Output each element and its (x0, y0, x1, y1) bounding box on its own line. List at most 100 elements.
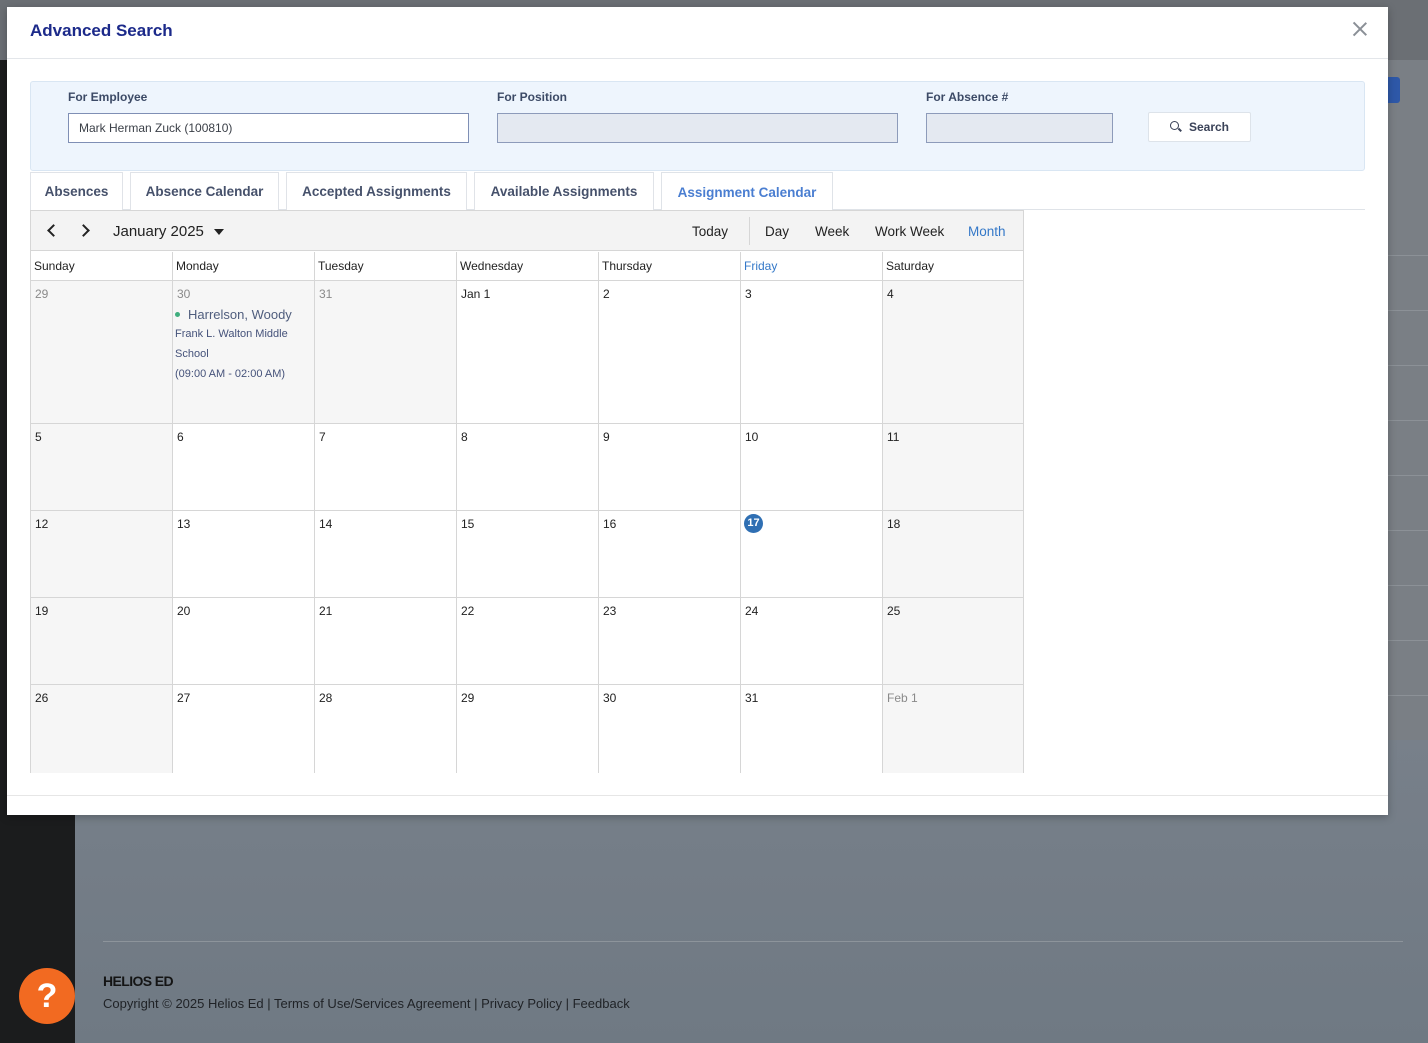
day-cell[interactable]: 3 (741, 281, 883, 424)
day-cell[interactable]: 4 (883, 281, 1023, 424)
day-cell[interactable]: Jan 1 (457, 281, 599, 424)
day-cell[interactable]: Feb 1 (883, 685, 1023, 773)
day-cell[interactable]: 6 (173, 424, 315, 511)
day-number: 31 (319, 287, 333, 301)
day-number: Jan 1 (461, 287, 491, 301)
day-cell[interactable]: 30 (599, 685, 741, 773)
day-cell[interactable]: 19 (31, 598, 173, 685)
day-number: 2 (603, 287, 610, 301)
day-number: 22 (461, 604, 475, 618)
day-cell[interactable]: 11 (883, 424, 1023, 511)
close-icon[interactable] (1352, 21, 1368, 37)
event-title: Harrelson, Woody (175, 307, 311, 322)
day-number: 30 (603, 691, 617, 705)
day-number: 8 (461, 430, 468, 444)
day-cell[interactable]: 20 (173, 598, 315, 685)
day-cell[interactable]: 21 (315, 598, 457, 685)
day-cell[interactable]: 24 (741, 598, 883, 685)
absence-number-label: For Absence # (926, 90, 1009, 104)
toolbar-divider (749, 217, 750, 245)
day-cell[interactable]: 30 Harrelson, Woody Frank L. Walton Middle… (173, 281, 315, 424)
position-input[interactable] (497, 113, 898, 143)
chevron-right-icon[interactable] (77, 223, 93, 239)
event-time: (09:00 AM - 02:00 AM) (175, 368, 286, 380)
day-number: 17 (744, 514, 763, 533)
search-button[interactable]: Search (1148, 112, 1251, 142)
day-cell[interactable]: 16 (599, 511, 741, 598)
help-button[interactable]: ? (19, 968, 75, 1024)
view-day-button[interactable]: Day (765, 224, 789, 239)
day-number: 14 (319, 517, 333, 531)
day-cell[interactable]: 8 (457, 424, 599, 511)
weekday-header: Thursday (599, 252, 741, 281)
day-cell[interactable]: 18 (883, 511, 1023, 598)
assignment-event[interactable]: Harrelson, Woody Frank L. Walton Middle Sc… (175, 307, 311, 384)
day-cell[interactable]: 12 (31, 511, 173, 598)
day-cell[interactable]: 7 (315, 424, 457, 511)
day-cell[interactable]: 10 (741, 424, 883, 511)
day-number: 13 (177, 517, 191, 531)
day-number: 9 (603, 430, 610, 444)
event-school-line2: School (175, 348, 209, 360)
day-cell[interactable]: 5 (31, 424, 173, 511)
view-work-week-button[interactable]: Work Week (875, 224, 944, 239)
day-cell[interactable]: 27 (173, 685, 315, 773)
chevron-left-icon[interactable] (45, 223, 60, 239)
event-name: Harrelson, Woody (188, 307, 292, 322)
day-cell[interactable]: 28 (315, 685, 457, 773)
day-cell[interactable]: 14 (315, 511, 457, 598)
today-button[interactable]: Today (692, 224, 728, 239)
background-blue-button (1388, 77, 1400, 103)
weekday-header: Tuesday (315, 252, 457, 281)
day-number: 12 (35, 517, 49, 531)
day-cell[interactable]: 31 (315, 281, 457, 424)
day-cell[interactable]: 22 (457, 598, 599, 685)
day-number: 26 (35, 691, 49, 705)
caret-down-icon (213, 228, 224, 235)
day-cell[interactable]: 2 (599, 281, 741, 424)
modal-header: Advanced Search (7, 7, 1388, 59)
view-month-button[interactable]: Month (968, 224, 1006, 239)
day-number: 5 (35, 430, 42, 444)
day-cell[interactable]: 9 (599, 424, 741, 511)
employee-input[interactable]: Mark Herman Zuck (100810) (68, 113, 469, 143)
advanced-search-modal: Advanced Search For Employee Mark Herman… (7, 7, 1388, 815)
tab-assignment-calendar[interactable]: Assignment Calendar (661, 172, 833, 211)
day-number: 18 (887, 517, 901, 531)
weekday-header: Saturday (883, 252, 1023, 281)
background-right-strip (1388, 60, 1428, 740)
day-number: 29 (35, 287, 49, 301)
day-number: 29 (461, 691, 475, 705)
day-number: 11 (887, 430, 900, 444)
day-cell[interactable]: 26 (31, 685, 173, 773)
footer-copyright[interactable]: Copyright © 2025 Helios Ed | Terms of Us… (103, 996, 630, 1011)
tab-absence-calendar[interactable]: Absence Calendar (130, 172, 279, 210)
weekday-header: Wednesday (457, 252, 599, 281)
day-cell[interactable]: 29 (31, 281, 173, 424)
day-number: Feb 1 (887, 691, 918, 705)
view-week-button[interactable]: Week (815, 224, 849, 239)
tab-available-assignments[interactable]: Available Assignments (474, 172, 654, 210)
day-cell[interactable]: 13 (173, 511, 315, 598)
day-cell[interactable]: 29 (457, 685, 599, 773)
day-number: 27 (177, 691, 191, 705)
day-number: 25 (887, 604, 901, 618)
day-cell[interactable]: 31 (741, 685, 883, 773)
absence-number-input[interactable] (926, 113, 1113, 143)
position-label: For Position (497, 90, 567, 104)
tab-absences[interactable]: Absences (30, 172, 123, 210)
day-cell[interactable]: 25 (883, 598, 1023, 685)
day-cell[interactable]: 15 (457, 511, 599, 598)
day-number: 23 (603, 604, 617, 618)
calendar-toolbar: January 2025 Today Day Week Work Week Mo… (31, 211, 1023, 251)
footer-brand: HELIOS ED (103, 973, 174, 989)
day-cell[interactable]: 17 (741, 511, 883, 598)
tab-accepted-assignments[interactable]: Accepted Assignments (286, 172, 467, 210)
day-cell[interactable]: 23 (599, 598, 741, 685)
assignment-calendar: January 2025 Today Day Week Work Week Mo… (30, 210, 1024, 773)
filter-panel: For Employee Mark Herman Zuck (100810) F… (30, 81, 1365, 171)
day-number: 30 (177, 287, 191, 301)
period-selector[interactable]: January 2025 (113, 223, 224, 240)
event-dot-icon (175, 312, 180, 317)
weekday-header: Sunday (31, 252, 173, 281)
